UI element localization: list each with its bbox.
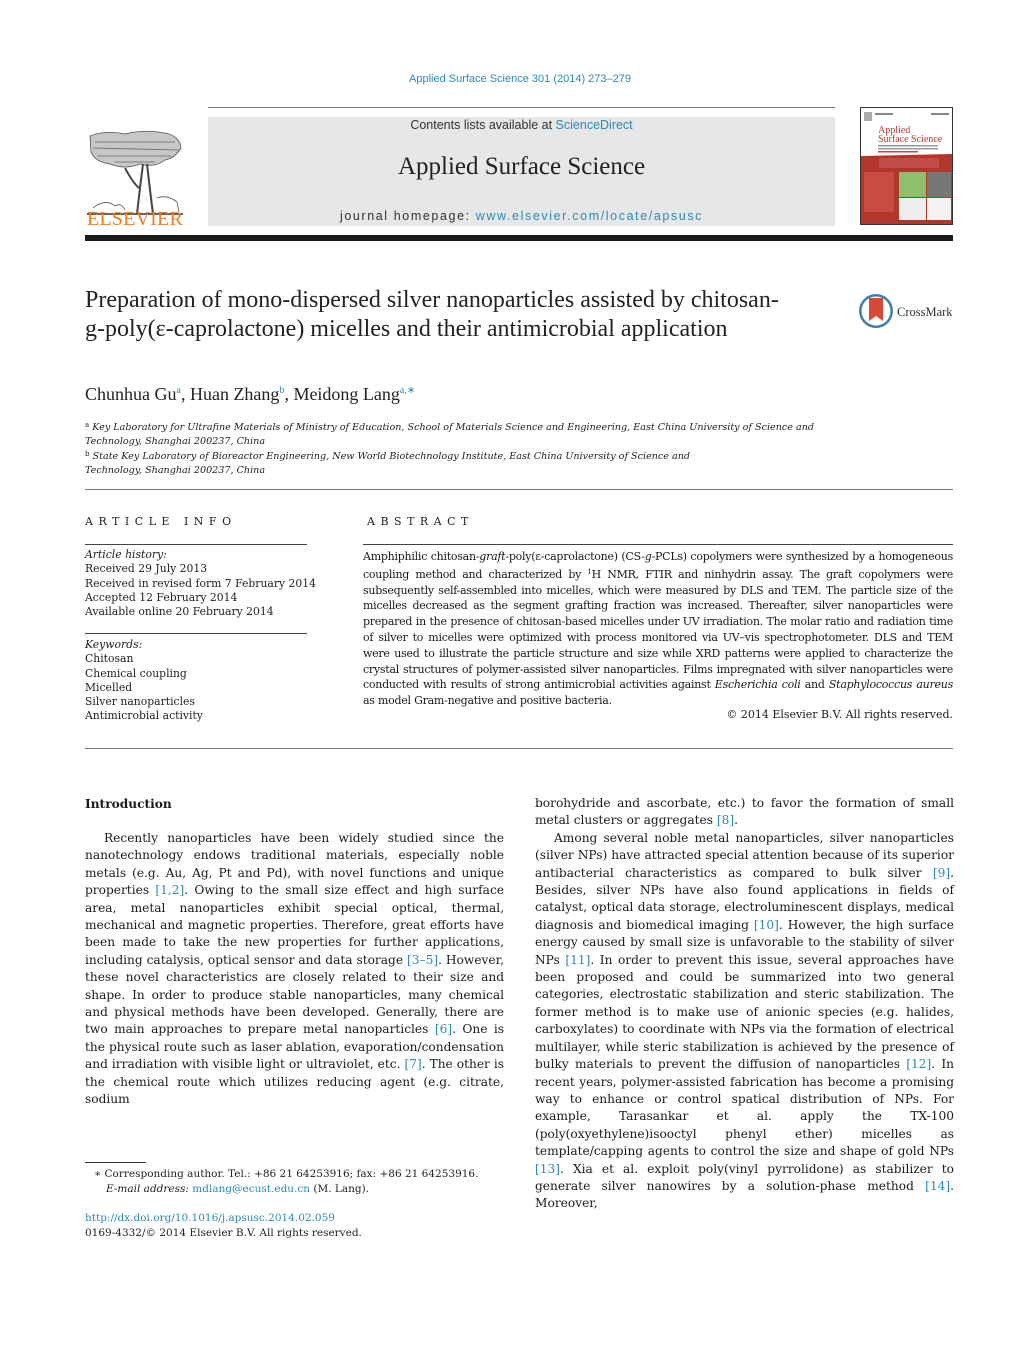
- journal-cover-thumbnail[interactable]: Applied Surface Science: [860, 107, 953, 225]
- article-history: Article history: Received 29 July 2013 R…: [85, 548, 316, 619]
- citation-link[interactable]: [7]: [404, 1057, 421, 1071]
- abstract-heading: ABSTRACT: [367, 515, 474, 528]
- corresponding-author-line: ∗ Corresponding author. Tel.: +86 21 642…: [94, 1168, 479, 1180]
- history-received: Received 29 July 2013: [85, 562, 208, 576]
- issn-copyright: 0169-4332/© 2014 Elsevier B.V. All right…: [85, 1227, 362, 1239]
- article-info-divider: [85, 544, 307, 545]
- section-divider: [85, 748, 953, 749]
- journal-name: Applied Surface Science: [397, 153, 646, 180]
- history-accepted: Accepted 12 February 2014: [85, 590, 238, 604]
- keyword-item: Chemical coupling: [85, 666, 187, 680]
- contents-line: Contents lists available at ScienceDirec…: [208, 118, 835, 132]
- affiliation-b: b State Key Laboratory of Bioreactor Eng…: [85, 447, 745, 479]
- homepage-prefix: journal homepage:: [339, 209, 476, 223]
- sciencedirect-link[interactable]: ScienceDirect: [556, 118, 633, 132]
- affiliation-marker: b: [85, 450, 90, 458]
- author-affiliation-marker[interactable]: b: [279, 385, 284, 396]
- article-history-label: Article history:: [85, 548, 167, 561]
- keywords-divider: [85, 633, 307, 634]
- header-divider: [208, 107, 835, 108]
- abstract-copyright: © 2014 Elsevier B.V. All rights reserved…: [726, 708, 953, 721]
- journal-homepage-link[interactable]: www.elsevier.com/locate/apsusc: [476, 209, 703, 223]
- abstract-text: Amphiphilic chitosan-graft-poly(ε-caprol…: [363, 550, 954, 708]
- author-list: Chunhua Gua, Huan Zhangb, Meidong Langa,…: [85, 384, 416, 404]
- svg-text:Surface Science: Surface Science: [878, 134, 943, 145]
- crossmark-label: CrossMark: [897, 305, 953, 319]
- doi-link[interactable]: http://dx.doi.org/10.1016/j.apsusc.2014.…: [85, 1211, 362, 1226]
- journal-header-banner: Contents lists available at ScienceDirec…: [208, 117, 835, 226]
- abstract-divider: [363, 544, 953, 545]
- citation-link[interactable]: [1,2]: [155, 883, 184, 897]
- doi-block: http://dx.doi.org/10.1016/j.apsusc.2014.…: [85, 1211, 362, 1241]
- introduction-heading: Introduction: [85, 797, 172, 811]
- history-revised: Received in revised form 7 February 2014: [85, 576, 317, 590]
- keyword-item: Micelled: [85, 680, 133, 694]
- corresponding-author-footnote: ∗ Corresponding author. Tel.: +86 21 642…: [85, 1167, 478, 1197]
- citation-link[interactable]: [14]: [925, 1179, 950, 1193]
- citation-link[interactable]: [10]: [754, 918, 779, 932]
- article-info-heading: ARTICLE INFO: [85, 515, 237, 528]
- author-affiliation-marker[interactable]: a,∗: [400, 385, 415, 396]
- paragraph: Among several noble metal nanoparticles,…: [535, 830, 955, 1211]
- body-column-right: borohydride and ascorbate, etc.) to favo…: [535, 795, 954, 1213]
- citation-link[interactable]: [3–5]: [407, 953, 438, 967]
- crossmark-icon: CrossMark: [859, 294, 953, 328]
- keyword-item: Antimicrobial activity: [85, 709, 203, 723]
- affiliation-text: Key Laboratory for Ultrafine Materials o…: [85, 422, 815, 448]
- article-title: Preparation of mono-dispersed silver nan…: [85, 287, 779, 342]
- contents-prefix: Contents lists available at: [410, 118, 556, 132]
- citation-link[interactable]: [8]: [717, 813, 734, 827]
- keywords-list: Keywords: Chitosan Chemical coupling Mic…: [85, 638, 203, 724]
- citation-link[interactable]: [13]: [535, 1162, 560, 1176]
- paragraph: borohydride and ascorbate, etc.) to favo…: [535, 796, 954, 828]
- footnote-divider: [85, 1162, 146, 1163]
- email-line: E-mail address: mdlang@ecust.edu.cn (M. …: [106, 1183, 370, 1195]
- author-email-link[interactable]: mdlang@ecust.edu.cn: [192, 1183, 310, 1195]
- citation-link[interactable]: [12]: [906, 1057, 931, 1071]
- citation-link[interactable]: [9]: [933, 866, 950, 880]
- author-affiliation-marker[interactable]: a: [177, 385, 181, 396]
- body-column-left: Recently nanoparticles have been widely …: [85, 831, 504, 1107]
- journal-cover-image-icon: Applied Surface Science: [861, 108, 952, 224]
- affiliation-text: State Key Laboratory of Bioreactor Engin…: [85, 451, 691, 477]
- citation-link[interactable]: [6]: [435, 1022, 452, 1036]
- history-online: Available online 20 February 2014: [85, 605, 274, 619]
- author-name[interactable]: Chunhua Gu: [85, 384, 177, 404]
- crossmark-button[interactable]: CrossMark: [858, 292, 956, 330]
- elsevier-wordmark: ELSEVIER: [86, 208, 184, 230]
- author-name[interactable]: Meidong Lang: [293, 384, 399, 404]
- citation-link[interactable]: [11]: [565, 953, 590, 967]
- keywords-label: Keywords:: [85, 638, 143, 651]
- journal-reference-link[interactable]: Applied Surface Science 301 (2014) 273–2…: [0, 73, 1020, 85]
- affiliation-a: a Key Laboratory for Ultrafine Materials…: [85, 418, 845, 450]
- section-divider: [85, 489, 953, 490]
- homepage-line: journal homepage: www.elsevier.com/locat…: [208, 209, 835, 223]
- header-thick-divider: [85, 235, 953, 241]
- keyword-item: Silver nanoparticles: [85, 695, 195, 709]
- author-name[interactable]: Huan Zhang: [190, 384, 279, 404]
- keyword-item: Chitosan: [85, 652, 134, 666]
- affiliation-marker: a: [85, 421, 90, 429]
